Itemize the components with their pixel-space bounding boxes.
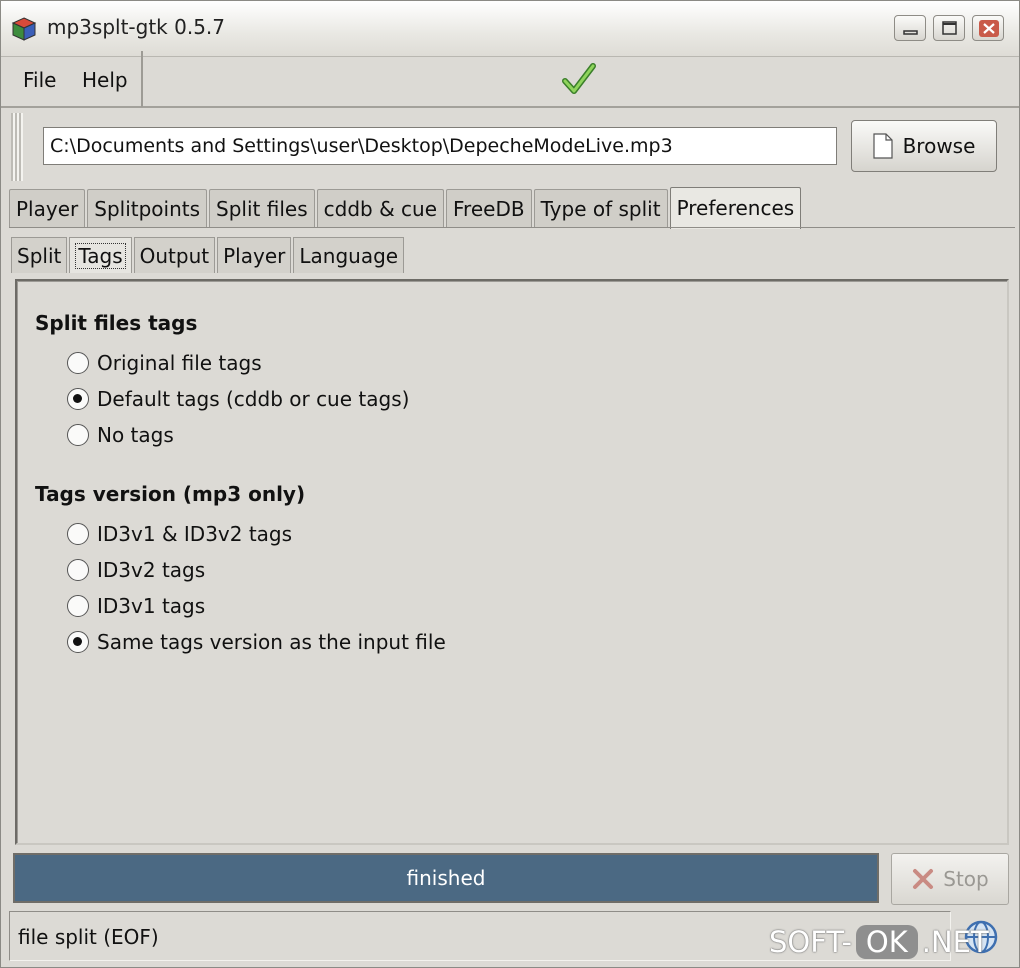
radio-label: ID3v1 & ID3v2 tags <box>97 522 293 546</box>
radio-unchecked[interactable] <box>67 352 89 374</box>
close-button[interactable] <box>972 15 1004 41</box>
radio-option[interactable]: ID3v2 tags <box>67 556 205 584</box>
radio-label: Default tags (cddb or cue tags) <box>97 387 410 411</box>
browse-button[interactable]: Browse <box>851 120 997 172</box>
radio-option[interactable]: ID3v1 & ID3v2 tags <box>67 520 292 548</box>
subtab-label: Language <box>299 244 399 268</box>
watermark-ok: OK <box>855 925 918 959</box>
tab-cddb-cue[interactable]: cddb & cue <box>316 189 444 227</box>
subtab-label: Player <box>223 244 286 268</box>
tab-splitpoints[interactable]: Splitpoints <box>87 189 208 227</box>
app-window: mp3splt-gtk 0.5.7 File Help Browse Playe… <box>0 0 1020 968</box>
radio-checked[interactable] <box>67 388 89 410</box>
minimize-icon <box>903 30 918 35</box>
progress-text: finished <box>406 866 486 890</box>
radio-label: ID3v2 tags <box>97 558 206 582</box>
radio-option[interactable]: Same tags version as the input file <box>67 628 446 656</box>
toolbar-row <box>1 51 1019 108</box>
status-text: file split (EOF) <box>18 925 159 949</box>
watermark-right: .NET <box>921 925 989 959</box>
subtab-output[interactable]: Output <box>133 237 216 273</box>
window-title: mp3splt-gtk 0.5.7 <box>47 15 225 39</box>
browse-label: Browse <box>902 134 976 158</box>
split-files-tags-title: Split files tags <box>35 311 198 335</box>
menu-help[interactable]: Help <box>82 68 128 92</box>
maximize-icon <box>942 21 957 35</box>
tab-freedb[interactable]: FreeDB <box>446 189 532 227</box>
file-path-input[interactable] <box>43 127 837 165</box>
minimize-button[interactable] <box>894 15 926 41</box>
checkmark-icon <box>562 63 596 94</box>
radio-option[interactable]: Default tags (cddb or cue tags) <box>67 385 409 413</box>
stop-label: Stop <box>943 867 989 891</box>
subtab-tags[interactable]: Tags <box>69 237 132 273</box>
tags-panel: Split files tags Original file tags Defau… <box>15 279 1009 845</box>
preferences-subtabs: Split Tags Output Player Language <box>11 237 406 273</box>
radio-option[interactable]: ID3v1 tags <box>67 592 205 620</box>
tab-player[interactable]: Player <box>9 189 86 227</box>
radio-checked[interactable] <box>67 631 89 653</box>
subtab-label: Output <box>139 244 210 268</box>
watermark-left: SOFT- <box>769 925 852 959</box>
subtab-split[interactable]: Split <box>11 237 68 273</box>
radio-unchecked[interactable] <box>67 523 89 545</box>
app-cube-icon <box>11 17 37 41</box>
tags-version-title: Tags version (mp3 only) <box>35 482 306 506</box>
title-bar[interactable]: mp3splt-gtk 0.5.7 <box>1 1 1019 57</box>
radio-option[interactable]: No tags <box>67 421 174 449</box>
radio-option[interactable]: Original file tags <box>67 349 262 377</box>
tab-strip-line <box>9 227 1015 228</box>
subtab-player[interactable]: Player <box>217 237 292 273</box>
radio-label: ID3v1 tags <box>97 594 206 618</box>
stop-button[interactable]: Stop <box>891 853 1009 905</box>
subtab-label: Split <box>17 244 62 268</box>
radio-label: Original file tags <box>97 351 262 375</box>
radio-label: Same tags version as the input file <box>97 630 446 654</box>
radio-unchecked[interactable] <box>67 424 89 446</box>
stop-x-icon <box>913 869 934 889</box>
radio-label: No tags <box>97 423 174 447</box>
progress-bar: finished <box>13 853 879 903</box>
watermark: SOFT- OK .NET <box>769 920 989 964</box>
tab-split-files[interactable]: Split files <box>209 189 315 227</box>
maximize-button[interactable] <box>933 15 965 41</box>
close-icon <box>979 20 999 37</box>
menu-bar: File Help <box>9 51 143 107</box>
handle-grip[interactable] <box>11 113 23 181</box>
radio-unchecked[interactable] <box>67 595 89 617</box>
subtab-label: Tags <box>75 243 126 269</box>
subtab-language[interactable]: Language <box>293 237 405 273</box>
document-icon <box>872 133 893 159</box>
tab-preferences[interactable]: Preferences <box>669 187 802 229</box>
main-tabs: Player Splitpoints Split files cddb & cue Fr… <box>9 187 803 229</box>
radio-unchecked[interactable] <box>67 559 89 581</box>
tab-type-of-split[interactable]: Type of split <box>533 189 668 227</box>
menu-file[interactable]: File <box>23 68 56 92</box>
